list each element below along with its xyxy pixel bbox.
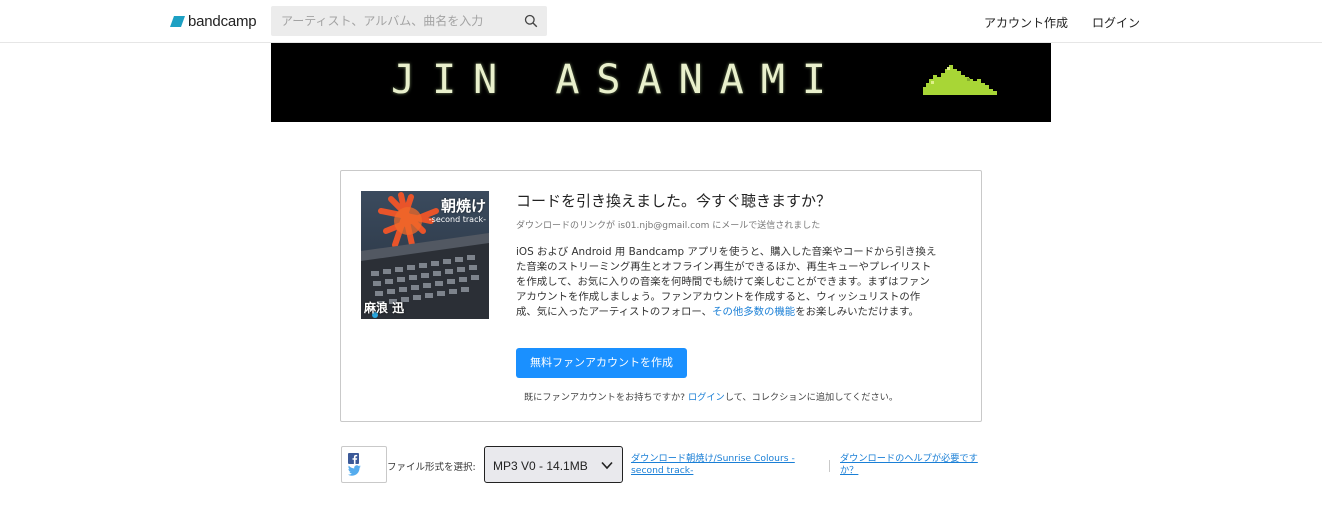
facebook-icon	[348, 453, 359, 464]
share-button[interactable]	[341, 446, 387, 483]
cover-title: 朝焼け	[440, 197, 486, 215]
create-fan-account-button[interactable]: 無料ファンアカウントを作成	[516, 348, 687, 378]
chevron-down-icon	[601, 461, 613, 470]
top-navigation-bar: bandcamp アカウント作成 ログイン	[0, 0, 1322, 43]
login-link[interactable]: ログイン	[1092, 14, 1140, 31]
redeem-content: コードを引き換えました。今すぐ聴きますか？ ダウンロードのリンクが is01.n…	[516, 191, 946, 320]
signup-link[interactable]: アカウント作成	[984, 14, 1068, 31]
header-nav: アカウント作成 ログイン	[984, 14, 1140, 31]
mountain-icon	[923, 65, 997, 95]
album-cover[interactable]: 朝焼け -second track- 麻浪 迅	[361, 191, 489, 319]
login-suffix: して、コレクションに追加してください。	[724, 392, 899, 403]
more-features-link[interactable]: その他多数の機能	[712, 306, 795, 318]
banner-title: JIN ASANAMI	[391, 57, 843, 103]
description-end: をお楽しみいただけます。	[795, 306, 919, 318]
email-sent-note: ダウンロードのリンクが is01.njb@gmail.com にメールで送信され…	[516, 220, 946, 233]
format-label: ファイル形式を選択:	[387, 462, 476, 473]
bandcamp-logo-icon	[170, 15, 185, 27]
search-input[interactable]	[271, 6, 511, 36]
app-description: iOS および Android 用 Bandcamp アプリを使うと、購入した音…	[516, 245, 938, 320]
download-link[interactable]: ダウンロード朝焼け/Sunrise Colours - second track…	[631, 453, 811, 477]
link-divider	[829, 460, 830, 472]
cover-subtitle: -second track-	[428, 215, 486, 224]
logo-text: bandcamp	[188, 12, 257, 30]
sent-note-prefix: ダウンロードのリンクが	[516, 221, 618, 231]
twitter-icon	[348, 465, 361, 476]
redeem-card: 朝焼け -second track- 麻浪 迅 コードを引き換えました。今すぐ聴…	[340, 170, 982, 422]
card-login-link[interactable]: ログイン	[688, 392, 725, 403]
artist-banner[interactable]: JIN ASANAMI	[271, 43, 1051, 122]
format-select-value: MP3 V0 - 14.1MB	[493, 459, 588, 473]
sent-note-suffix: にメールで送信されました	[709, 221, 821, 231]
format-select[interactable]: MP3 V0 - 14.1MB	[484, 446, 623, 483]
login-prefix: 既にファンアカウントをお持ちですか?	[524, 392, 688, 403]
page-title: コードを引き換えました。今すぐ聴きますか？	[516, 192, 832, 210]
bandcamp-logo[interactable]: bandcamp	[170, 11, 257, 31]
download-help-link[interactable]: ダウンロードのヘルプが必要ですか？	[840, 453, 990, 477]
search-box	[271, 6, 547, 36]
existing-account-line: 既にファンアカウントをお持ちですか? ログインして、コレクションに追加してくださ…	[524, 389, 898, 403]
cover-artist: 麻浪 迅	[364, 301, 405, 315]
search-icon[interactable]	[524, 14, 538, 28]
sent-email: is01.njb@gmail.com	[617, 221, 710, 231]
